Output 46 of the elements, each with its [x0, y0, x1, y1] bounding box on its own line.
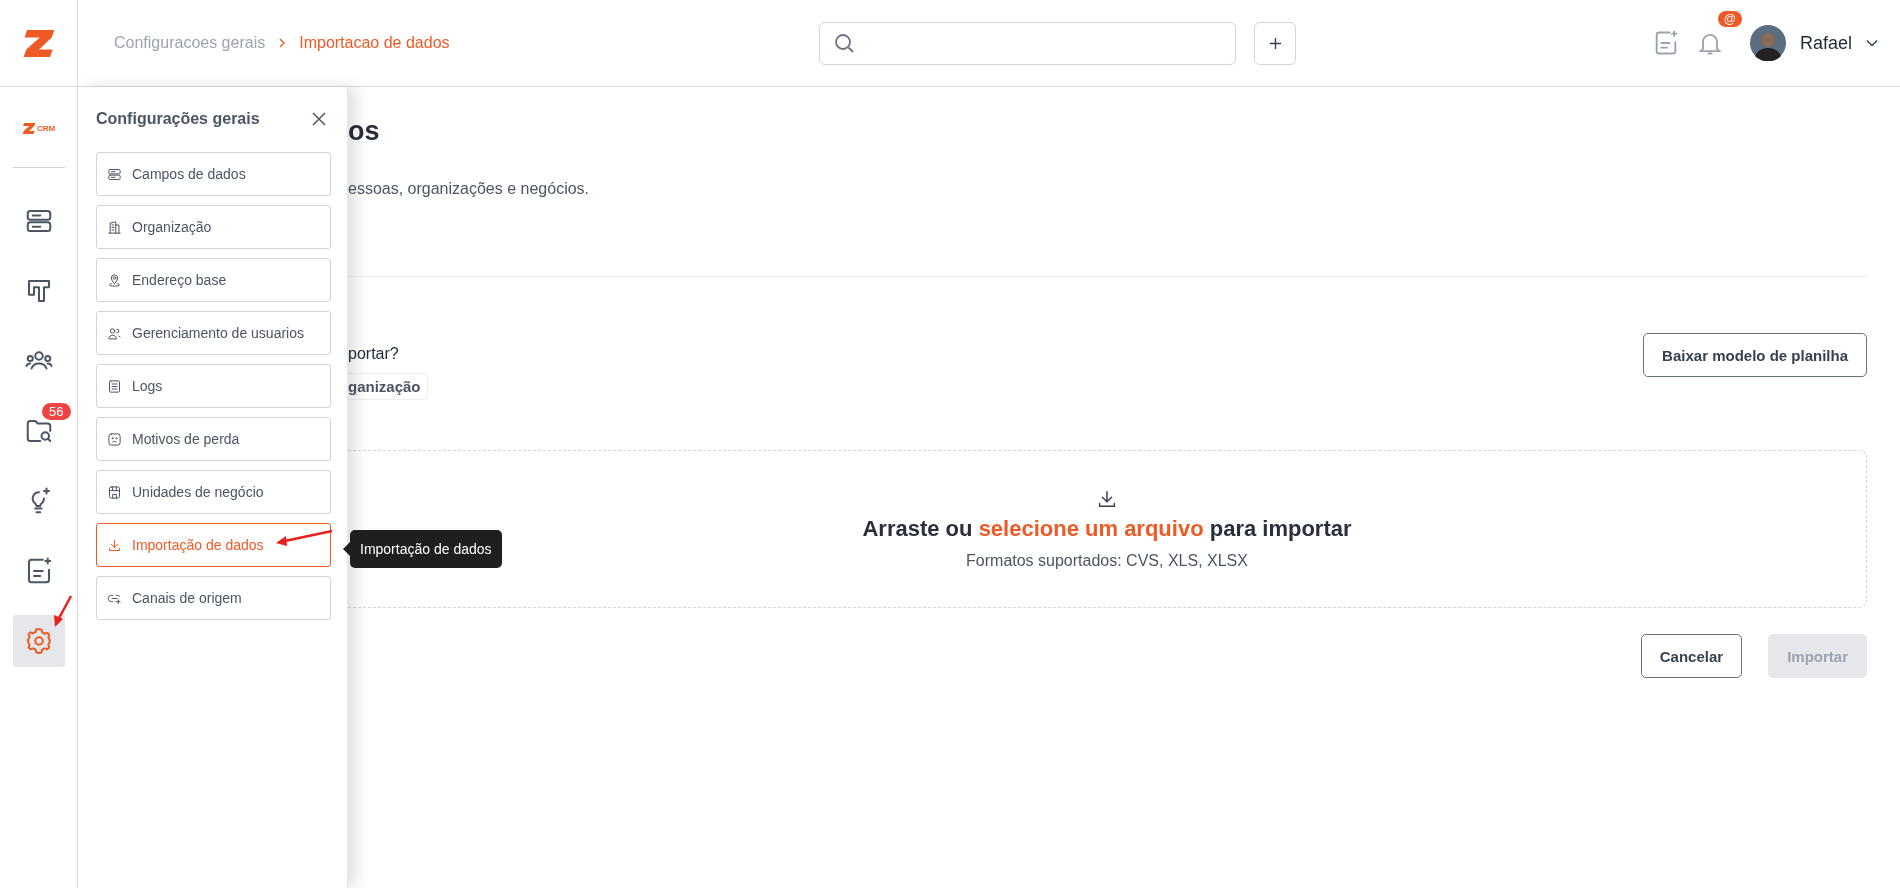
- tooltip: Importação de dados: [350, 530, 502, 568]
- user-name: Rafael: [1799, 32, 1852, 54]
- avatar: [1749, 25, 1786, 61]
- user-menu[interactable]: Rafael: [1749, 25, 1878, 61]
- option-chip[interactable]: ganização: [348, 373, 428, 400]
- page-description: essoas, organizações e negócios.: [348, 180, 591, 198]
- logo-icon: [21, 27, 56, 59]
- download-template-button[interactable]: Baixar modelo de planilha: [1643, 333, 1867, 377]
- list-icon: [107, 378, 122, 394]
- menu-item[interactable]: Importação de dados: [96, 523, 331, 567]
- menu-item[interactable]: Unidades de negócio: [96, 470, 331, 514]
- menu-item[interactable]: Gerenciamento de usuarios: [96, 311, 331, 355]
- search-field[interactable]: [819, 21, 1236, 65]
- page-title: os: [348, 116, 381, 148]
- question-text: portar?: [348, 345, 400, 363]
- stack-icon: [107, 166, 122, 182]
- panel-title: Configurações gerais: [96, 110, 260, 128]
- menu-item[interactable]: Motivos de perda: [96, 417, 331, 461]
- tooltip-pointer: [343, 542, 350, 556]
- menu-item[interactable]: Canais de origem: [96, 576, 331, 620]
- download-icon: [1096, 488, 1118, 510]
- sad-face-icon: [107, 431, 122, 447]
- download-icon: [107, 537, 122, 553]
- dropzone-instruction: Arraste ou selecione um arquivo para importar: [862, 516, 1352, 542]
- store-icon: [107, 484, 122, 500]
- close-icon: [312, 112, 326, 126]
- notification-badge: @: [1717, 11, 1742, 27]
- cancel-button[interactable]: Cancelar: [1640, 634, 1743, 678]
- chevron-down-icon: [1866, 39, 1878, 47]
- menu-item[interactable]: Campos de dados: [96, 152, 331, 196]
- breadcrumb-link[interactable]: Importacao de dados: [299, 34, 450, 52]
- menu-item[interactable]: Endereço base: [96, 258, 331, 302]
- brand-text: CRM: [36, 123, 56, 133]
- users-icon: [107, 325, 122, 341]
- nav-button[interactable]: [12, 615, 65, 667]
- location-pin-icon: [107, 272, 122, 288]
- plus-icon: [1268, 36, 1282, 50]
- annotation-arrow: [274, 528, 334, 548]
- menu-item[interactable]: Logs: [96, 364, 331, 408]
- building-icon: [107, 219, 122, 235]
- menu-item[interactable]: Organização: [96, 205, 331, 249]
- annotation-arrow: [52, 594, 74, 628]
- count-badge: 56: [42, 403, 71, 420]
- logo-icon: [21, 121, 36, 135]
- supported-formats: Formatos suportados: CVS, XLS, XLSX: [966, 552, 1248, 570]
- search-icon: [832, 31, 856, 55]
